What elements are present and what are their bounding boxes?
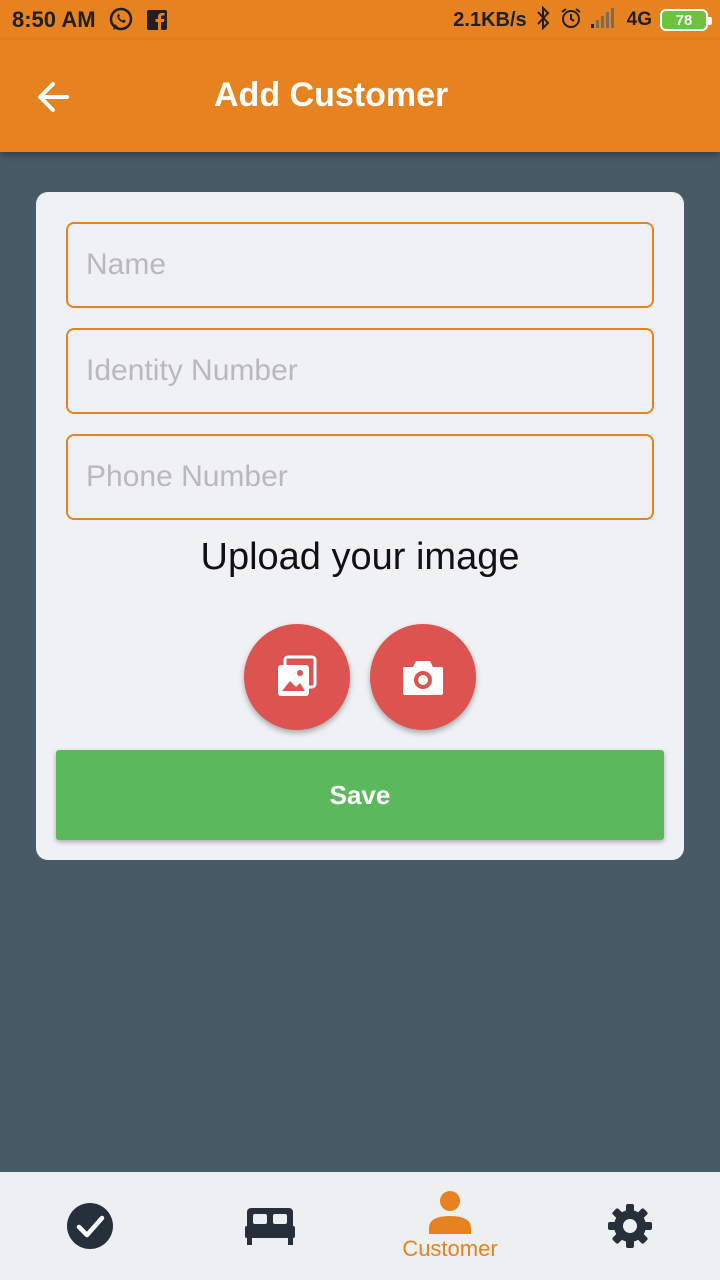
gear-icon <box>608 1204 652 1248</box>
identity-number-input[interactable] <box>68 330 652 412</box>
page-title: Add Customer <box>214 76 449 114</box>
arrow-left-icon <box>38 82 69 112</box>
camera-button[interactable] <box>370 624 476 730</box>
nav-item-settings[interactable] <box>580 1172 680 1280</box>
nav-item-rooms[interactable] <box>220 1172 320 1280</box>
app-bar: Add Customer <box>0 40 720 152</box>
check-circle-icon <box>67 1203 113 1249</box>
save-button[interactable]: Save <box>56 750 664 840</box>
upload-title: Upload your image <box>200 536 520 578</box>
network-speed: 2.1KB/s <box>453 8 527 31</box>
nav-item-label: Customer <box>402 1236 498 1261</box>
phone-number-input[interactable] <box>68 436 652 518</box>
identity-field-container <box>66 328 654 414</box>
status-time: 8:50 AM <box>12 7 96 32</box>
bottom-navigation: Customer <box>0 1172 720 1280</box>
bluetooth-icon <box>535 5 551 35</box>
person-icon <box>429 1191 471 1234</box>
camera-icon <box>403 661 443 695</box>
alarm-icon <box>559 6 583 35</box>
gallery-icon <box>278 655 317 696</box>
name-input[interactable] <box>68 224 652 306</box>
status-bar: 8:50 AM 2.1KB/s 4G 78 <box>0 0 720 40</box>
battery-indicator: 78 <box>660 9 712 31</box>
signal-icon <box>590 7 619 33</box>
nav-item-customer[interactable]: Customer <box>380 1172 520 1280</box>
add-customer-form: Upload your image Save <box>36 192 684 860</box>
bed-icon <box>245 1208 295 1245</box>
network-type: 4G <box>626 9 652 30</box>
gallery-button[interactable] <box>244 624 350 730</box>
phone-field-container <box>66 434 654 520</box>
nav-item-checkin[interactable] <box>40 1172 140 1280</box>
whatsapp-icon <box>108 7 134 33</box>
name-field-container <box>66 222 654 308</box>
back-button[interactable] <box>30 74 76 120</box>
facebook-icon <box>146 9 168 31</box>
